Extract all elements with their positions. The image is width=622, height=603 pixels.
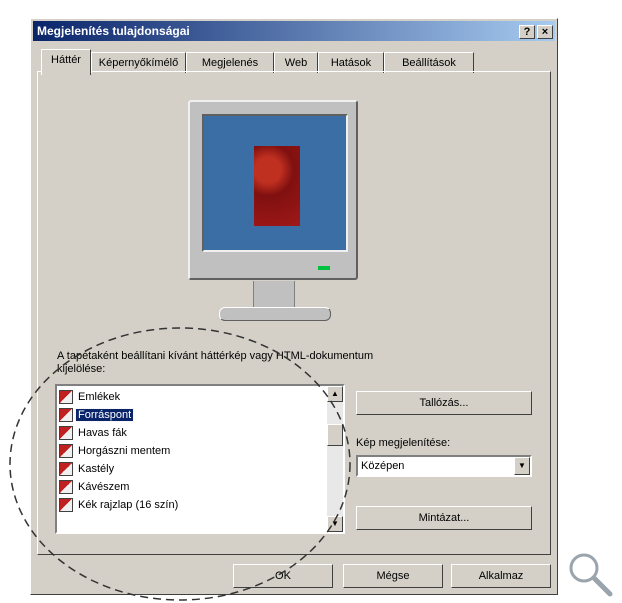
scroll-down-icon[interactable]: ▼: [327, 516, 343, 532]
close-button[interactable]: ×: [537, 25, 553, 39]
file-icon: [59, 408, 73, 423]
tab-settings[interactable]: Beállítások: [384, 52, 474, 73]
scroll-thumb[interactable]: [327, 424, 343, 446]
tab-web[interactable]: Web: [274, 52, 318, 73]
list-item[interactable]: Emlékek: [59, 388, 122, 406]
apply-button[interactable]: Alkalmaz: [451, 564, 551, 588]
pattern-button[interactable]: Mintázat...: [356, 506, 532, 530]
display-mode-value: Középen: [361, 460, 405, 472]
list-item[interactable]: Horgászni mentem: [59, 442, 172, 460]
monitor-base: [219, 307, 331, 321]
file-icon: [59, 480, 73, 495]
display-properties-dialog: Megjelenítés tulajdonságai ? × Háttér Ké…: [30, 18, 558, 595]
tab-appearance[interactable]: Megjelenés: [186, 52, 274, 73]
display-mode-select[interactable]: Középen ▼: [356, 455, 532, 477]
power-led: [318, 266, 330, 270]
browse-button[interactable]: Tallózás...: [356, 391, 532, 415]
tab-background[interactable]: Háttér: [41, 49, 91, 75]
wallpaper-list[interactable]: Emlékek Forráspont Havas fák Horgászni m…: [55, 384, 345, 534]
display-mode-label: Kép megjelenítése:: [356, 437, 451, 449]
title-bar: Megjelenítés tulajdonságai ? ×: [33, 21, 555, 41]
ok-button[interactable]: OK: [233, 564, 333, 588]
file-icon: [59, 498, 73, 513]
help-button[interactable]: ?: [519, 25, 535, 39]
list-item-selected[interactable]: Forráspont: [59, 406, 135, 424]
window-title: Megjelenítés tulajdonságai: [37, 24, 190, 38]
wallpaper-preview: [254, 146, 300, 226]
zoom-magnifier-icon[interactable]: [566, 550, 614, 598]
list-item[interactable]: Kastély: [59, 460, 116, 478]
list-scrollbar[interactable]: ▲ ▼: [327, 386, 343, 532]
monitor-preview: [188, 100, 358, 280]
monitor-neck: [253, 281, 295, 307]
chevron-down-icon[interactable]: ▼: [514, 457, 530, 475]
tab-screensaver[interactable]: Képernyőkímélő: [91, 52, 186, 73]
desktop-preview: [202, 114, 348, 252]
wallpaper-label: A tapétaként beállítani kívánt háttérkép…: [57, 350, 374, 375]
file-icon: [59, 426, 73, 441]
scroll-up-icon[interactable]: ▲: [327, 386, 343, 402]
cancel-button[interactable]: Mégse: [343, 564, 443, 588]
file-icon: [59, 390, 73, 405]
list-item[interactable]: Kék rajzlap (16 szín): [59, 496, 180, 514]
list-item[interactable]: Kávészem: [59, 478, 131, 496]
file-icon: [59, 462, 73, 477]
list-item[interactable]: Havas fák: [59, 424, 129, 442]
tab-effects[interactable]: Hatások: [318, 52, 384, 73]
file-icon: [59, 444, 73, 459]
